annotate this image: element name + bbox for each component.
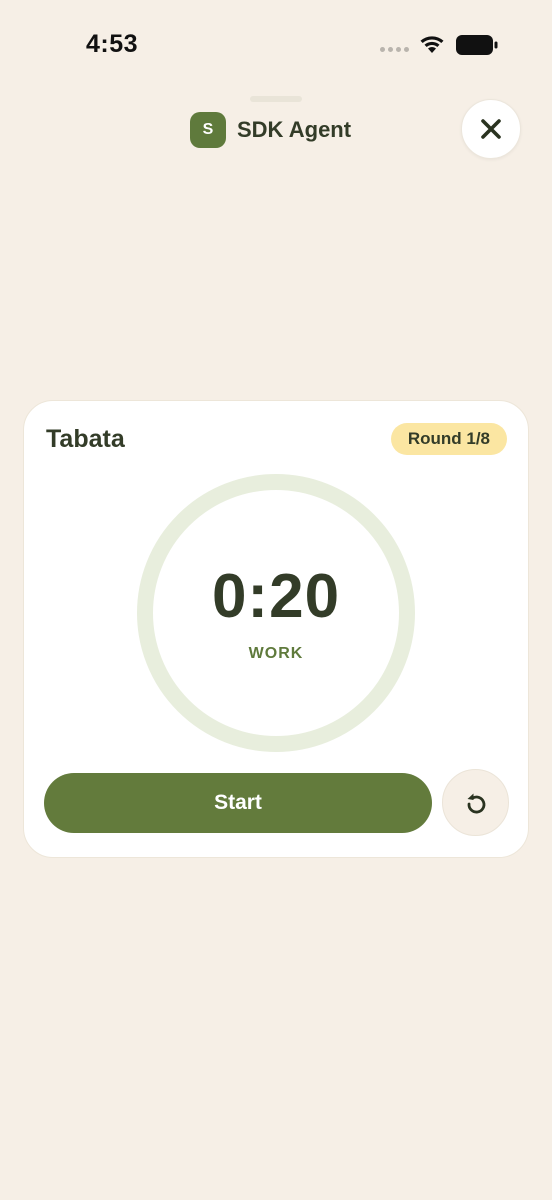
card-title: Tabata <box>46 425 125 453</box>
close-button[interactable] <box>461 99 521 159</box>
close-icon <box>481 119 501 139</box>
timer-card: Tabata Round 1/8 0:20 WORK Start <box>23 400 529 858</box>
phase-label: WORK <box>248 645 304 662</box>
start-button[interactable]: Start <box>44 773 432 833</box>
agent-avatar: S <box>190 112 226 148</box>
agent-header: S SDK Agent <box>190 112 351 148</box>
reset-button[interactable] <box>442 769 509 836</box>
signal-dots-icon <box>380 47 409 52</box>
status-time: 4:53 <box>86 30 139 58</box>
round-badge: Round 1/8 <box>390 423 507 455</box>
wifi-icon <box>420 36 444 53</box>
reset-icon <box>467 793 485 813</box>
sheet-grabber[interactable] <box>250 96 302 102</box>
status-bar: 4:53 <box>0 0 552 90</box>
agent-name: SDK Agent <box>237 117 352 142</box>
battery-icon <box>456 35 498 55</box>
timer-value: 0:20 <box>211 562 341 631</box>
